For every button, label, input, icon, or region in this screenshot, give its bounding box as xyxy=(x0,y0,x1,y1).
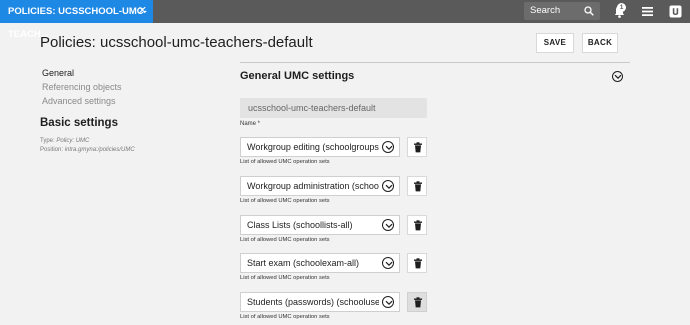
basic-settings-title: Basic settings xyxy=(40,117,118,129)
object-position: Position: intra.gmyna:/policies/UMC xyxy=(40,147,135,153)
operation-set-help: List of allowed UMC operation sets xyxy=(240,159,330,165)
menu-icon[interactable] xyxy=(640,4,655,19)
chevron-down-icon xyxy=(382,219,394,231)
operation-set-select[interactable]: Start exam (schoolexam-all) xyxy=(240,253,400,273)
notification-badge: 1 xyxy=(617,3,626,12)
operation-set-value: Students (passwords) (schooluser... xyxy=(247,297,379,307)
operation-set-value: Workgroup editing (schoolgroups-... xyxy=(247,142,379,152)
operation-set-help: List of allowed UMC operation sets xyxy=(240,237,330,243)
type-value: Policy: UMC xyxy=(56,138,90,144)
top-bar: POLICIES: UCSSCHOOL-UMC-TEACH... ✕ Searc… xyxy=(0,0,690,40)
univention-logo-icon[interactable] xyxy=(668,4,683,19)
name-label: Name * xyxy=(240,121,261,127)
trash-icon xyxy=(414,181,422,192)
chevron-down-icon xyxy=(382,257,394,269)
trash-icon xyxy=(414,220,422,231)
operation-set-select[interactable]: Workgroup administration (school... xyxy=(240,176,400,196)
collapse-icon[interactable] xyxy=(612,71,623,82)
operation-set-select[interactable]: Students (passwords) (schooluser... xyxy=(240,292,400,312)
chevron-down-icon xyxy=(382,180,394,192)
operation-set-help: List of allowed UMC operation sets xyxy=(240,314,330,320)
trash-icon xyxy=(414,258,422,269)
position-key: Position: xyxy=(40,147,64,153)
chevron-down-icon xyxy=(382,141,394,153)
tab-policies[interactable]: POLICIES: UCSSCHOOL-UMC-TEACH... ✕ xyxy=(0,0,153,40)
trash-icon xyxy=(414,142,422,153)
section-divider xyxy=(240,62,630,63)
position-value: intra.gmyna:/policies/UMC xyxy=(64,147,135,153)
operation-set-value: Start exam (schoolexam-all) xyxy=(247,258,360,268)
search-icon xyxy=(584,6,594,16)
delete-button[interactable] xyxy=(407,292,427,312)
operation-set-value: Class Lists (schoollists-all) xyxy=(247,220,353,230)
section-title-general-umc: General UMC settings xyxy=(240,70,355,82)
search-input[interactable]: Search xyxy=(524,2,600,20)
operation-set-help: List of allowed UMC operation sets xyxy=(240,198,330,204)
close-icon[interactable]: ✕ xyxy=(138,0,147,23)
operation-set-select[interactable]: Workgroup editing (schoolgroups-... xyxy=(240,137,400,157)
delete-button[interactable] xyxy=(407,137,427,157)
operation-set-help: List of allowed UMC operation sets xyxy=(240,275,330,281)
delete-button[interactable] xyxy=(407,215,427,235)
chevron-down-icon xyxy=(382,296,394,308)
delete-button[interactable] xyxy=(407,176,427,196)
nav-item-advanced-settings[interactable]: Advanced settings xyxy=(42,96,116,106)
nav-item-referencing-objects[interactable]: Referencing objects xyxy=(42,82,122,92)
object-type: Type: Policy: UMC xyxy=(40,138,89,144)
search-label: Search xyxy=(530,5,561,16)
delete-button[interactable] xyxy=(407,253,427,273)
nav-item-general[interactable]: General xyxy=(42,68,74,78)
operation-set-value: Workgroup administration (school... xyxy=(247,181,379,191)
save-button[interactable]: SAVE xyxy=(536,33,574,53)
operation-set-select[interactable]: Class Lists (schoollists-all) xyxy=(240,215,400,235)
type-key: Type: xyxy=(40,138,55,144)
name-field: ucsschool-umc-teachers-default xyxy=(240,98,427,118)
back-button[interactable]: BACK xyxy=(582,33,618,53)
trash-icon xyxy=(414,297,422,308)
page-title: Policies: ucsschool-umc-teachers-default xyxy=(40,34,313,51)
